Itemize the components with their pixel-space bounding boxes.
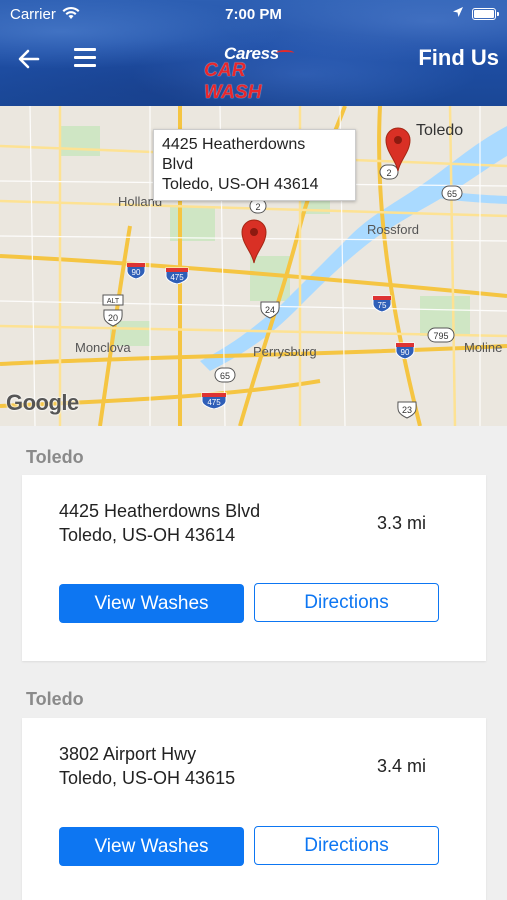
location-arrow-icon (453, 7, 463, 17)
location-distance: 3.4 mi (376, 756, 426, 776)
interstate-shield-475: 475 (165, 267, 189, 284)
svg-text:ALT: ALT (107, 298, 120, 305)
address-line-2: Toledo, US-OH 43615 (59, 768, 236, 788)
hamburger-menu-icon[interactable] (74, 48, 96, 70)
location-city-header: Toledo (26, 447, 84, 467)
address-line-1: 4425 Heatherdowns Blvd (59, 501, 261, 521)
directions-button[interactable]: Directions (254, 583, 439, 622)
location-address: 4425 Heatherdowns Blvd Toledo, US-OH 436… (59, 499, 260, 547)
map-label-rossford: Rossford (367, 222, 420, 237)
logo-swoosh (276, 50, 294, 56)
route-shield-65-south: 65 (214, 367, 236, 383)
map-pin-icon[interactable] (240, 218, 268, 264)
svg-text:475: 475 (170, 273, 184, 282)
location-distance: 3.3 mi (376, 513, 426, 533)
svg-text:90: 90 (132, 268, 141, 277)
map-view[interactable]: 90 475 ALT 20 24 75 795 90 65 65 475 23 … (0, 106, 507, 426)
map-label-moline: Moline (464, 340, 503, 355)
svg-text:75: 75 (378, 301, 387, 310)
google-attribution-logo: Google (6, 390, 79, 415)
svg-text:2: 2 (255, 202, 260, 212)
location-address: 3802 Airport Hwy Toledo, US-OH 43615 (59, 742, 235, 790)
us-route-shield-23: 23 (397, 401, 417, 419)
svg-text:65: 65 (447, 189, 457, 199)
find-us-title: Find Us (418, 45, 499, 70)
address-line-1: 3802 Airport Hwy (59, 744, 197, 764)
map-pin-icon[interactable] (384, 126, 412, 172)
interstate-shield-90-east: 90 (395, 342, 415, 359)
back-arrow-icon[interactable] (16, 46, 42, 72)
svg-text:24: 24 (265, 305, 275, 315)
map-label-monclova: Monclova (75, 340, 131, 355)
info-window-line3: Toledo, US-OH 43614 (162, 176, 319, 193)
status-bar: Carrier 7:00 PM (0, 0, 507, 28)
app-header: Carrier 7:00 PM Caress CAR WASH Find Us (0, 0, 507, 106)
info-window-line1: 4425 Heatherdowns (162, 136, 306, 153)
us-route-shield-24: 24 (260, 301, 280, 319)
view-washes-button[interactable]: View Washes (59, 584, 244, 623)
route-shield-795: 795 (427, 327, 455, 343)
directions-button[interactable]: Directions (254, 826, 439, 865)
interstate-shield-75: 75 (372, 295, 392, 312)
info-window-line2: Blvd (162, 156, 194, 173)
map-label-perrysburg: Perrysburg (253, 344, 317, 359)
interstate-shield-475-south: 475 (201, 392, 227, 409)
location-card: 4425 Heatherdowns Blvd Toledo, US-OH 436… (22, 475, 486, 661)
logo-bottom-text: CAR WASH (204, 60, 262, 103)
us-route-shield-20: 20 (103, 309, 123, 327)
svg-text:23: 23 (402, 405, 412, 415)
interstate-shield-90: 90 (126, 262, 146, 279)
svg-text:90: 90 (401, 348, 410, 357)
map-label-toledo: Toledo (416, 122, 464, 139)
caress-car-wash-logo: Caress CAR WASH (198, 44, 308, 103)
battery-icon (472, 8, 499, 20)
location-card: 3802 Airport Hwy Toledo, US-OH 43615 3.4… (22, 718, 486, 900)
route-shield-65-north: 65 (441, 185, 463, 201)
route-alt-label: ALT (102, 294, 124, 306)
address-line-2: Toledo, US-OH 43614 (59, 525, 236, 545)
svg-text:20: 20 (108, 313, 118, 323)
svg-text:65: 65 (220, 371, 230, 381)
svg-text:795: 795 (433, 331, 448, 341)
location-city-header: Toledo (26, 689, 84, 709)
svg-text:475: 475 (207, 398, 221, 407)
clock: 7:00 PM (225, 6, 282, 23)
view-washes-button[interactable]: View Washes (59, 827, 244, 866)
map-info-window[interactable]: 4425 Heatherdowns Blvd Toledo, US-OH 436… (153, 129, 356, 201)
